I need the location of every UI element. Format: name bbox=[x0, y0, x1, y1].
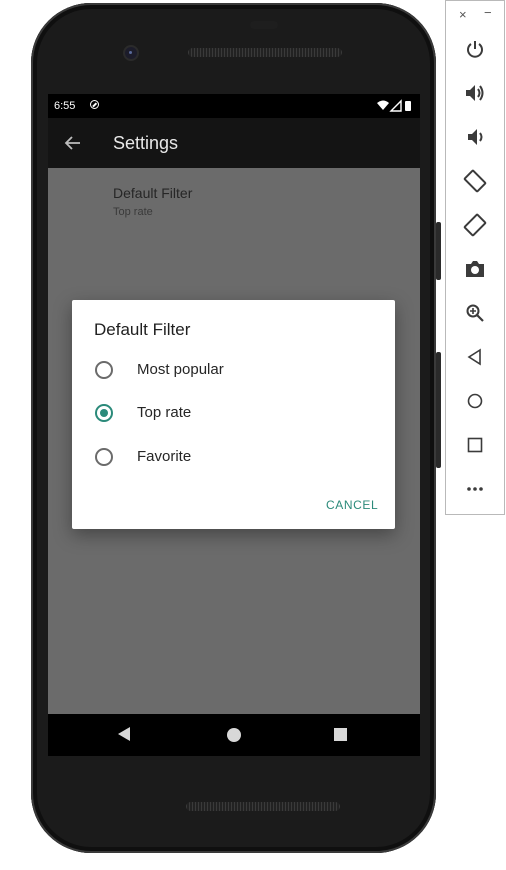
option-label: Top rate bbox=[137, 404, 192, 421]
nav-recents-icon[interactable] bbox=[334, 728, 347, 741]
rotate-right-icon[interactable] bbox=[460, 210, 490, 240]
volume-down-icon[interactable] bbox=[460, 122, 490, 152]
nav-back-icon[interactable] bbox=[118, 727, 130, 741]
power-button bbox=[436, 222, 441, 280]
home-icon[interactable] bbox=[460, 386, 490, 416]
minimize-icon[interactable]: − bbox=[484, 5, 492, 20]
radio-favorite[interactable] bbox=[95, 448, 113, 466]
status-icons bbox=[377, 99, 411, 112]
proximity-sensor bbox=[250, 21, 278, 29]
zoom-icon[interactable] bbox=[460, 298, 490, 328]
battery-icon bbox=[405, 101, 411, 111]
option-label: Most popular bbox=[137, 361, 224, 378]
nav-home-icon[interactable] bbox=[227, 728, 241, 742]
earpiece-speaker bbox=[188, 48, 342, 57]
rotate-left-icon[interactable] bbox=[460, 166, 490, 196]
option-label: Favorite bbox=[137, 448, 192, 465]
front-camera bbox=[125, 47, 137, 59]
radio-most-popular[interactable] bbox=[95, 361, 113, 379]
app-bar: Settings bbox=[48, 118, 420, 168]
preference-summary: Top rate bbox=[113, 206, 153, 218]
overview-icon[interactable] bbox=[460, 430, 490, 460]
screenshot-icon[interactable] bbox=[460, 254, 490, 284]
page-title: Settings bbox=[113, 133, 179, 153]
more-icon[interactable] bbox=[460, 474, 490, 504]
dialog-title: Default Filter bbox=[94, 320, 191, 339]
emulator-window-controls: × − bbox=[446, 1, 504, 31]
radio-top-rate[interactable] bbox=[95, 404, 113, 422]
signal-icon bbox=[389, 99, 402, 112]
bottom-speaker bbox=[186, 802, 340, 811]
option-most-popular[interactable]: Most popular bbox=[72, 350, 395, 390]
data-saver-icon bbox=[90, 100, 99, 109]
back-arrow-icon[interactable] bbox=[64, 134, 82, 152]
navigation-bar bbox=[48, 714, 420, 756]
wifi-icon bbox=[377, 100, 389, 110]
volume-rocker bbox=[436, 352, 441, 468]
power-icon[interactable] bbox=[460, 34, 490, 64]
status-bar: 6:55 bbox=[48, 94, 420, 118]
default-filter-preference[interactable]: Default Filter Top rate bbox=[48, 168, 420, 240]
close-icon[interactable]: × bbox=[459, 7, 467, 22]
preference-title: Default Filter bbox=[113, 185, 193, 201]
back-icon[interactable] bbox=[460, 342, 490, 372]
volume-up-icon[interactable] bbox=[460, 78, 490, 108]
option-top-rate[interactable]: Top rate bbox=[72, 393, 395, 433]
emulator-toolbar: × − bbox=[445, 0, 505, 515]
status-time: 6:55 bbox=[54, 100, 76, 112]
option-favorite[interactable]: Favorite bbox=[72, 437, 395, 477]
